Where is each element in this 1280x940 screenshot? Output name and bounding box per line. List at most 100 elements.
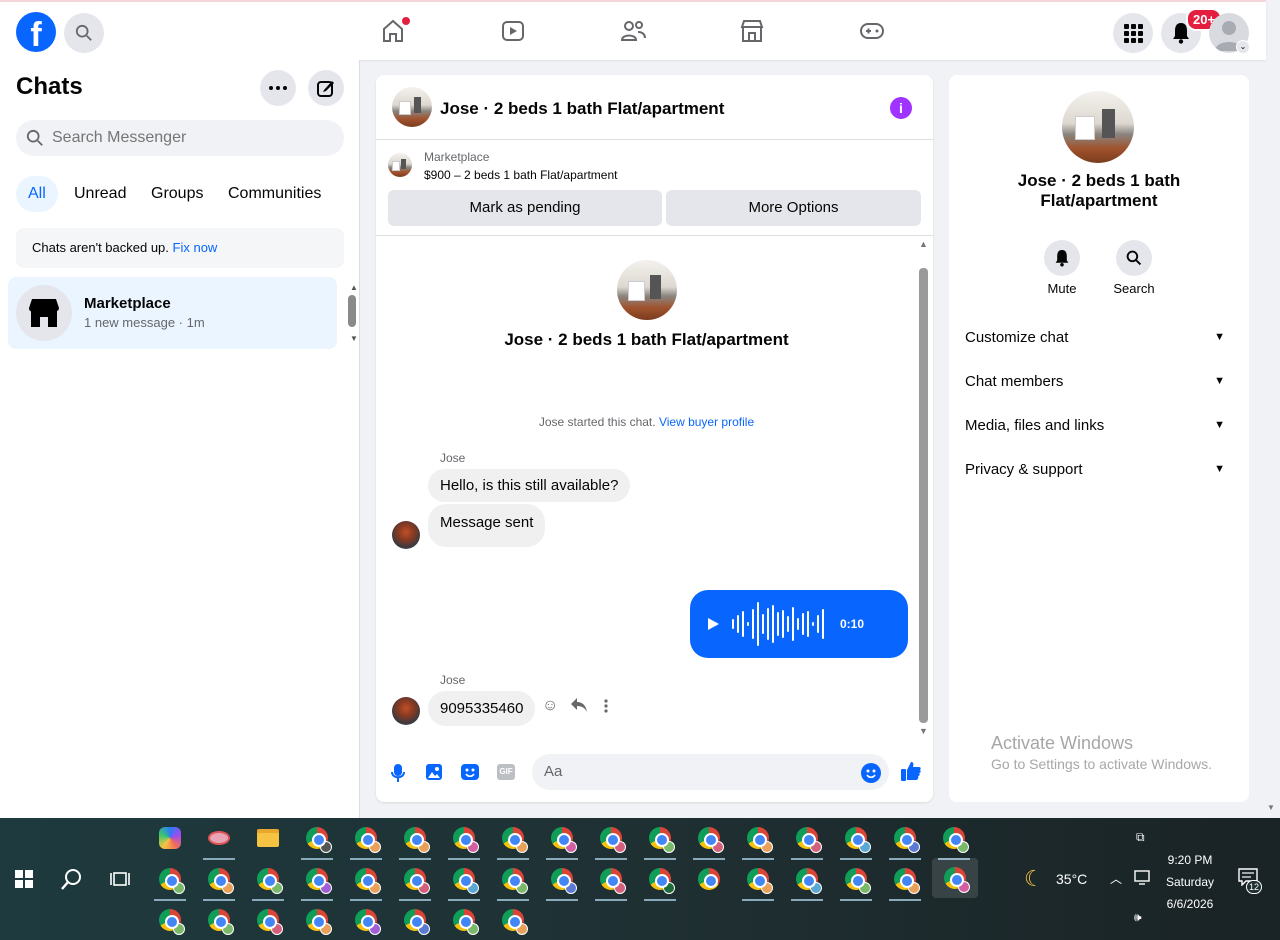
- react-emoji-icon[interactable]: ☺: [542, 697, 558, 715]
- reply-icon[interactable]: [570, 697, 588, 718]
- menu-grid-icon[interactable]: [1113, 13, 1153, 53]
- more-options-button[interactable]: More Options: [666, 190, 921, 226]
- chrome-icon[interactable]: [495, 820, 531, 860]
- marketplace-icon[interactable]: [735, 14, 769, 48]
- volume-icon[interactable]: 🕪: [1134, 910, 1142, 925]
- chrome-icon[interactable]: [152, 902, 188, 938]
- privacy-support-section[interactable]: Privacy & support ▼: [965, 447, 1233, 491]
- chat-list-item-marketplace[interactable]: Marketplace 1 new message · 1m: [8, 277, 337, 349]
- mute-bell-icon[interactable]: [1044, 240, 1080, 276]
- facebook-logo[interactable]: f: [16, 12, 56, 52]
- chrome-icon[interactable]: [348, 902, 384, 938]
- chrome-icon[interactable]: [691, 820, 727, 860]
- chat-scroll-down-arrow[interactable]: ▼: [919, 726, 928, 736]
- copilot-icon[interactable]: [152, 820, 188, 856]
- chrome-icon[interactable]: [397, 820, 433, 860]
- play-icon[interactable]: [706, 617, 720, 631]
- chrome-icon[interactable]: [740, 861, 776, 901]
- conversation-title[interactable]: Jose · 2 beds 1 bath Flat/apartment: [440, 99, 724, 119]
- message-bubble[interactable]: Hello, is this still available?: [428, 469, 631, 502]
- account-chevron-icon[interactable]: ⌄: [1236, 40, 1250, 54]
- snipping-tool-icon[interactable]: [201, 820, 237, 860]
- chrome-icon[interactable]: [887, 820, 923, 860]
- chrome-icon[interactable]: [397, 861, 433, 901]
- sender-avatar[interactable]: [392, 697, 420, 725]
- voice-message-bubble[interactable]: 0:10: [690, 590, 908, 658]
- chrome-icon[interactable]: [446, 902, 482, 938]
- chrome-icon[interactable]: [201, 902, 237, 938]
- info-icon[interactable]: i: [890, 97, 912, 119]
- chrome-icon[interactable]: [593, 861, 629, 901]
- meet-now-icon[interactable]: ⧉: [1136, 830, 1145, 845]
- filter-tab-communities[interactable]: Communities: [216, 176, 333, 212]
- search-messenger-input[interactable]: [52, 129, 332, 147]
- microphone-icon[interactable]: [390, 763, 406, 788]
- message-composer-input[interactable]: Aa: [532, 754, 889, 790]
- home-icon[interactable]: [376, 14, 410, 48]
- new-message-icon[interactable]: [308, 70, 344, 106]
- gif-icon[interactable]: GIF: [497, 764, 515, 780]
- chat-scrollbar-thumb[interactable]: [919, 268, 928, 723]
- friends-icon[interactable]: [616, 14, 650, 48]
- chat-info-photo[interactable]: [1062, 91, 1134, 163]
- chrome-icon-active[interactable]: [932, 858, 978, 898]
- message-bubble[interactable]: 9095335460: [428, 691, 536, 726]
- chrome-icon[interactable]: [299, 820, 335, 860]
- chrome-icon[interactable]: [299, 861, 335, 901]
- windows-start-icon[interactable]: [6, 861, 42, 897]
- more-options-icon[interactable]: [260, 70, 296, 106]
- gaming-icon[interactable]: [855, 14, 889, 48]
- chrome-icon[interactable]: [397, 902, 433, 938]
- chrome-icon[interactable]: [495, 902, 531, 938]
- search-icon[interactable]: [64, 13, 104, 53]
- left-scroll-up-arrow[interactable]: ▲: [350, 283, 358, 292]
- filter-tab-groups[interactable]: Groups: [139, 176, 215, 212]
- video-icon[interactable]: [496, 14, 530, 48]
- chrome-icon[interactable]: [201, 861, 237, 901]
- chrome-icon[interactable]: [348, 861, 384, 901]
- mute-label[interactable]: Mute: [1032, 281, 1092, 296]
- chrome-icon[interactable]: [152, 861, 188, 901]
- chrome-icon[interactable]: [299, 902, 335, 938]
- task-view-icon[interactable]: [102, 861, 138, 897]
- chrome-icon[interactable]: [446, 861, 482, 901]
- chrome-icon[interactable]: [348, 820, 384, 860]
- chrome-icon[interactable]: [593, 820, 629, 860]
- chrome-icon[interactable]: [887, 861, 923, 901]
- network-icon[interactable]: [1134, 870, 1152, 891]
- chat-members-section[interactable]: Chat members ▼: [965, 359, 1233, 403]
- chrome-icon[interactable]: [446, 820, 482, 860]
- show-hidden-icons-chevron-icon[interactable]: ︿: [1110, 870, 1122, 887]
- message-bubble[interactable]: Message sent: [428, 504, 546, 547]
- chat-scroll-up-arrow[interactable]: ▲: [919, 239, 928, 249]
- chrome-icon[interactable]: [250, 902, 286, 938]
- chrome-icon[interactable]: [544, 820, 580, 860]
- view-buyer-profile-link[interactable]: View buyer profile: [659, 415, 754, 429]
- search-messenger-box[interactable]: [16, 120, 344, 156]
- thumbs-up-like-icon[interactable]: [900, 760, 922, 787]
- chrome-icon[interactable]: [495, 861, 531, 901]
- left-scroll-down-arrow[interactable]: ▼: [350, 334, 358, 343]
- search-label[interactable]: Search: [1104, 281, 1164, 296]
- chrome-icon[interactable]: [250, 861, 286, 901]
- more-actions-icon[interactable]: [604, 699, 608, 718]
- chrome-icon[interactable]: [740, 820, 776, 860]
- emoji-icon[interactable]: [861, 763, 881, 783]
- chrome-icon[interactable]: [642, 861, 678, 901]
- filter-tab-all[interactable]: All: [16, 176, 58, 212]
- search-icon[interactable]: [1116, 240, 1152, 276]
- sender-avatar[interactable]: [392, 521, 420, 549]
- left-scrollbar-thumb[interactable]: [348, 295, 356, 327]
- filter-tab-unread[interactable]: Unread: [62, 176, 138, 212]
- customize-chat-section[interactable]: Customize chat ▼: [965, 315, 1233, 359]
- chrome-icon[interactable]: [838, 820, 874, 860]
- media-files-links-section[interactable]: Media, files and links ▼: [965, 403, 1233, 447]
- sticker-icon[interactable]: [460, 763, 480, 786]
- chrome-icon[interactable]: [789, 861, 825, 901]
- weather-temperature[interactable]: 35°C: [1056, 871, 1087, 887]
- listing-thumbnail[interactable]: [392, 87, 432, 127]
- fix-now-link[interactable]: Fix now: [173, 240, 218, 255]
- system-clock[interactable]: 9:20 PM Saturday 6/6/2026: [1160, 849, 1220, 915]
- chrome-icon[interactable]: [691, 861, 727, 897]
- weather-moon-icon[interactable]: ☾: [1024, 866, 1044, 892]
